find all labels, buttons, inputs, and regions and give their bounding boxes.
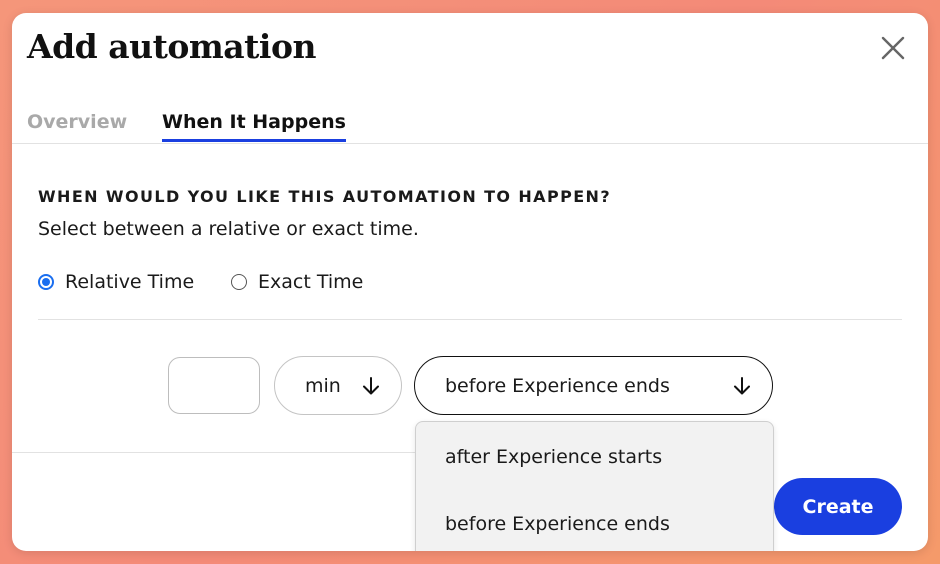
- arrow-down-icon: [363, 376, 379, 394]
- event-dropdown-menu: after Experience starts before Experienc…: [415, 421, 774, 551]
- section-divider: [38, 319, 902, 320]
- relative-time-radio[interactable]: [38, 274, 54, 290]
- tab-when-it-happens[interactable]: When It Happens: [162, 111, 346, 142]
- exact-time-label: Exact Time: [258, 271, 364, 293]
- relative-time-option[interactable]: Relative Time: [38, 271, 194, 293]
- add-automation-modal: Add automation Overview When It Happens …: [12, 13, 928, 551]
- event-select[interactable]: before Experience ends: [414, 356, 773, 415]
- amount-input[interactable]: [168, 357, 260, 414]
- close-button[interactable]: [880, 35, 906, 61]
- tabs-divider: [12, 143, 928, 144]
- unit-select-value: min: [305, 374, 341, 397]
- section-subtitle: Select between a relative or exact time.: [38, 218, 419, 240]
- exact-time-option[interactable]: Exact Time: [231, 271, 363, 293]
- modal-title: Add automation: [27, 27, 316, 66]
- dropdown-option-after-start[interactable]: after Experience starts: [445, 446, 662, 468]
- arrow-down-icon: [734, 376, 750, 394]
- unit-select[interactable]: min: [274, 356, 402, 415]
- exact-time-radio[interactable]: [231, 274, 247, 290]
- event-select-value: before Experience ends: [445, 374, 670, 397]
- relative-time-label: Relative Time: [65, 271, 195, 293]
- section-heading: WHEN WOULD YOU LIKE THIS AUTOMATION TO H…: [38, 187, 612, 206]
- tab-overview[interactable]: Overview: [27, 111, 127, 139]
- create-button[interactable]: Create: [774, 478, 902, 535]
- footer-divider: [12, 452, 415, 453]
- close-icon: [881, 36, 905, 60]
- dropdown-option-before-end[interactable]: before Experience ends: [445, 513, 670, 535]
